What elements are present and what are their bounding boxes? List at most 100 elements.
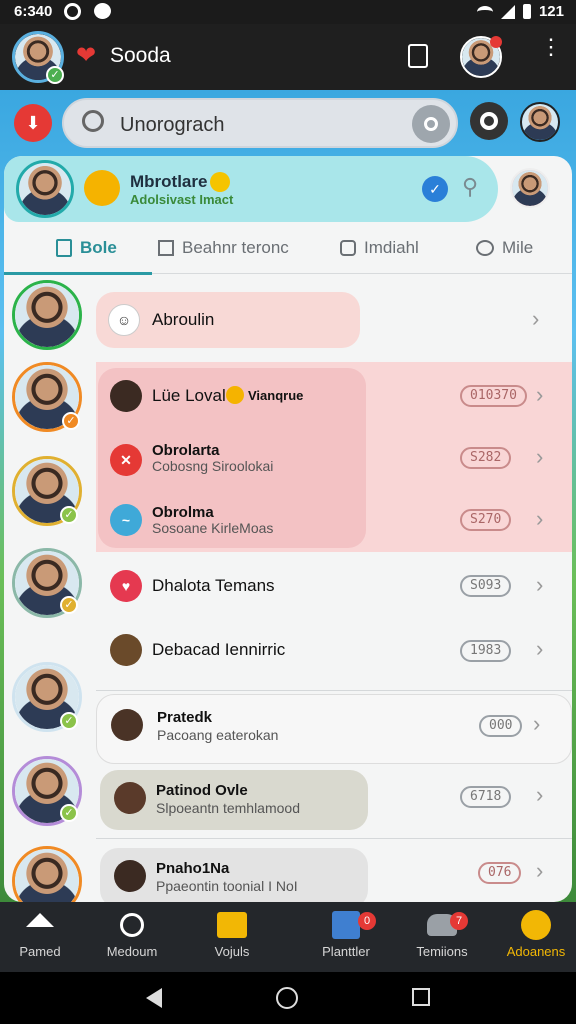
tab-mile[interactable]: Mile (476, 238, 533, 258)
check-badge-icon: ✓ (60, 804, 78, 822)
featured-contact-card[interactable]: Mbrotlare Adolsivast Imact ✓ ⚲ (4, 156, 498, 222)
chevron-right-icon[interactable]: › (533, 711, 540, 737)
row-chip: 010370 (460, 385, 527, 407)
compass-icon (120, 913, 144, 937)
row-avatar[interactable] (12, 280, 82, 350)
chat-icon (94, 3, 111, 19)
system-navigation-bar (0, 972, 576, 1024)
mic-icon: ⬇ (25, 112, 41, 133)
tab-imdiahl[interactable]: Imdiahl (340, 238, 419, 258)
row-chip: S282 (460, 447, 512, 469)
sun-emoji-icon (84, 170, 120, 206)
heart-icon: ❤ (76, 42, 97, 69)
app-bar: ✓ ❤ Sooda ⋮ (0, 24, 576, 90)
settings-button[interactable] (470, 102, 508, 140)
tab-beahnr[interactable]: Beahnr teronc (158, 238, 289, 258)
featured-subtitle: Adolsivast Imact (130, 192, 234, 207)
nav-temiions[interactable]: Temiions (394, 910, 490, 959)
search-icon (82, 110, 104, 132)
tab-bole[interactable]: Bole (56, 238, 117, 258)
contact-mini-avatar (111, 709, 143, 741)
nav-home[interactable]: Pamed (0, 910, 88, 959)
clipboard-icon[interactable] (408, 44, 428, 68)
contact-mini-avatar (110, 634, 142, 666)
bag-icon (332, 911, 360, 939)
contact-mini-avatar (114, 860, 146, 892)
alert-icon: ✕ (110, 444, 142, 476)
mask-icon: ☺ (108, 304, 140, 336)
check-badge-icon: ✓ (62, 412, 80, 430)
magnifier-icon (424, 117, 438, 131)
tab-label: Mile (502, 238, 534, 257)
tab-label: Beahnr teronc (182, 238, 289, 257)
contact-avatar-top[interactable] (520, 102, 560, 142)
online-badge-icon: ✓ (46, 66, 64, 84)
chevron-right-icon[interactable]: › (536, 782, 543, 808)
row-title: Obrolarta (152, 442, 220, 459)
featured-avatar (16, 160, 74, 218)
featured-side-avatar[interactable] (510, 168, 550, 208)
row-chip: 076 (478, 862, 522, 884)
row-chip: 6718 (460, 786, 512, 808)
row-avatar[interactable] (12, 846, 82, 902)
row-title: Debacad Iennirric (152, 640, 286, 659)
nav-vojuls[interactable]: Vojuls (184, 910, 280, 959)
chevron-right-icon[interactable]: › (532, 306, 539, 332)
nav-planttler[interactable]: Planttler (298, 910, 394, 959)
wifi-icon (476, 5, 493, 18)
nav-label: Temiions (416, 944, 468, 959)
back-icon[interactable] (146, 988, 162, 1008)
tab-label: Imdiahl (364, 238, 419, 257)
chevron-right-icon[interactable]: › (536, 506, 543, 532)
bottom-navigation: Pamed Medoum Vojuls Planttler 0 Temiions… (0, 902, 576, 972)
hand-emoji-icon (226, 386, 244, 404)
nav-medoum[interactable]: Medoum (84, 910, 180, 959)
search-input[interactable]: Unorograch (120, 114, 225, 137)
more-options-icon[interactable]: ⋮ (540, 36, 562, 58)
row-title: Dhalota Temans (152, 576, 275, 595)
contact-mini-avatar (110, 380, 142, 412)
nav-badge: 7 (450, 912, 468, 930)
list-item[interactable]: ☺ Abroulin (96, 292, 360, 348)
puzzle-icon (340, 240, 356, 256)
chevron-right-icon[interactable]: › (536, 444, 543, 470)
list-item[interactable]: Pratedk Pacoang eaterokan 000 › (96, 694, 572, 764)
row-chip: 1983 (460, 640, 512, 662)
heart-circle-icon: ♥ (110, 570, 142, 602)
mic-button[interactable]: ⬇ (14, 104, 52, 142)
search-bar[interactable]: Unorograch (62, 98, 458, 148)
home-icon (26, 913, 54, 927)
battery-level: 121 (538, 3, 564, 20)
nav-label: Medoum (106, 944, 158, 959)
nav-label: Vojuls (214, 944, 250, 959)
recents-icon[interactable] (412, 988, 430, 1006)
pin-icon[interactable]: ⚲ (462, 174, 478, 200)
checkbox-icon (158, 240, 174, 256)
wave-icon: ~ (110, 504, 142, 536)
status-bar: 6:340 121 (0, 0, 576, 24)
chat-bubble-icon (476, 240, 494, 256)
chevron-right-icon[interactable]: › (536, 572, 543, 598)
chevron-right-icon[interactable]: › (536, 858, 543, 884)
signal-icon (500, 4, 515, 19)
smiley-icon (521, 910, 551, 940)
list-item[interactable]: Pnaho1Na Ppaeontin toonial I NoI (100, 848, 368, 902)
smile-emoji-icon (210, 172, 230, 192)
list-item[interactable]: Patinod Ovle Slpoeantn temhlamood (100, 770, 368, 830)
chevron-right-icon[interactable]: › (536, 636, 543, 662)
nav-adoanens[interactable]: Adoanens (488, 910, 576, 959)
nav-label: Adoanens (506, 944, 566, 959)
row-title: Pratedk (157, 709, 213, 726)
row-title: Pnaho1Na (156, 860, 230, 877)
main-panel: Mbrotlare Adolsivast Imact ✓ ⚲ Bole Beah… (4, 156, 572, 902)
chevron-right-icon[interactable]: › (536, 382, 543, 408)
search-submit-button[interactable] (412, 105, 450, 143)
row-chip: 000 (479, 715, 523, 737)
tab-label: Bole (80, 238, 117, 257)
row-title: Obrolma (152, 504, 214, 521)
row-subtitle: Cobosng Siroolokai (152, 458, 274, 474)
nav-badge: 0 (358, 912, 376, 930)
row-title: Patinod Ovle (156, 782, 248, 799)
home-circle-icon[interactable] (276, 987, 298, 1009)
row-chip: S093 (460, 575, 512, 597)
